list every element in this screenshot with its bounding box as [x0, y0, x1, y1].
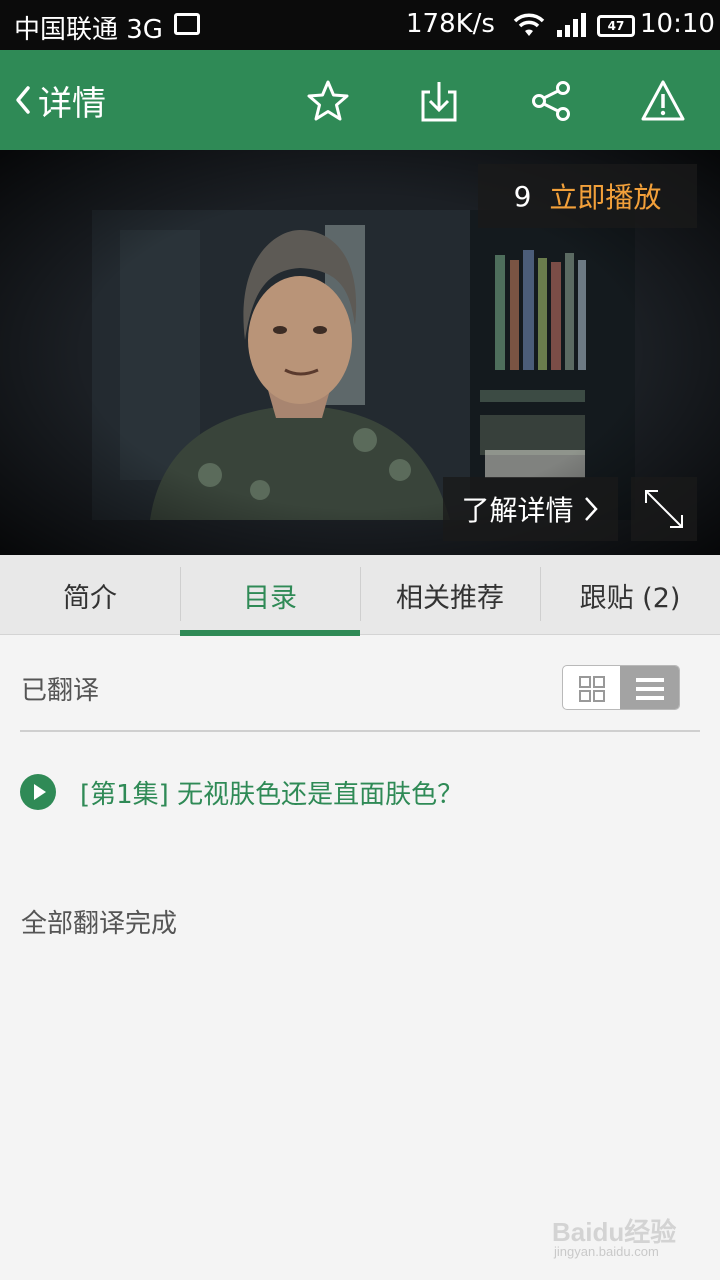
divider [20, 730, 700, 732]
tab-label: 简介 [63, 582, 117, 614]
tab-bar: 简介 目录 相关推荐 跟贴 (2) [0, 555, 720, 636]
section-label: 已翻译 [21, 676, 100, 706]
episode-title: [第1集] 无视肤色还是直面肤色？ [80, 779, 464, 810]
chevron-right-icon [584, 497, 598, 521]
video-player[interactable]: 9 立即播放 了解详情 [0, 150, 720, 555]
clock: 10:10 [640, 9, 715, 39]
network-speed: 178K/s [406, 9, 495, 39]
download-icon[interactable] [416, 78, 462, 124]
grid-icon [578, 675, 605, 702]
back-button[interactable]: 详情 [8, 76, 106, 124]
grid-view-button[interactable] [563, 666, 620, 709]
watermark-url: jingyan.baidu.com [554, 1244, 659, 1259]
tab-catalog[interactable]: 目录 [180, 555, 360, 636]
play-now-button[interactable]: 9 立即播放 [478, 164, 697, 228]
status-bar: 中国联通 3G 178K/s 47 10:10 [0, 0, 720, 50]
carrier-label: 中国联通 3G [14, 15, 163, 45]
battery-icon: 47 [597, 15, 635, 37]
list-icon [635, 677, 664, 700]
tab-related[interactable]: 相关推荐 [360, 555, 540, 635]
tab-comments[interactable]: 跟贴 (2) [540, 555, 720, 635]
view-toggle [562, 665, 680, 710]
signal-icon [557, 13, 586, 37]
fullscreen-button[interactable] [631, 477, 697, 541]
page-title: 详情 [38, 83, 106, 124]
episode-item[interactable]: [第1集] 无视肤色还是直面肤色？ [20, 772, 700, 812]
play-circle-icon [20, 774, 56, 810]
warning-icon[interactable] [640, 78, 686, 124]
translation-status: 全部翻译完成 [21, 909, 178, 939]
image-notification-icon [174, 13, 200, 35]
app-header: 详情 [0, 50, 720, 150]
baidu-watermark: Baidu经验 jingyan.baidu.com [552, 1212, 692, 1268]
tab-intro[interactable]: 简介 [0, 555, 180, 635]
share-icon[interactable] [528, 78, 574, 124]
chevron-left-icon [16, 86, 30, 114]
tab-label: 相关推荐 [396, 582, 504, 614]
learn-more-label: 了解详情 [461, 494, 574, 527]
list-view-button[interactable] [620, 666, 679, 709]
tab-label: 跟贴 (2) [579, 582, 681, 614]
expand-icon [645, 490, 683, 528]
tab-label: 目录 [243, 582, 297, 614]
learn-more-button[interactable]: 了解详情 [443, 477, 618, 541]
wifi-icon [513, 13, 545, 36]
episode-count: 9 [513, 179, 532, 213]
play-now-label: 立即播放 [549, 181, 662, 214]
star-icon[interactable] [305, 78, 351, 124]
